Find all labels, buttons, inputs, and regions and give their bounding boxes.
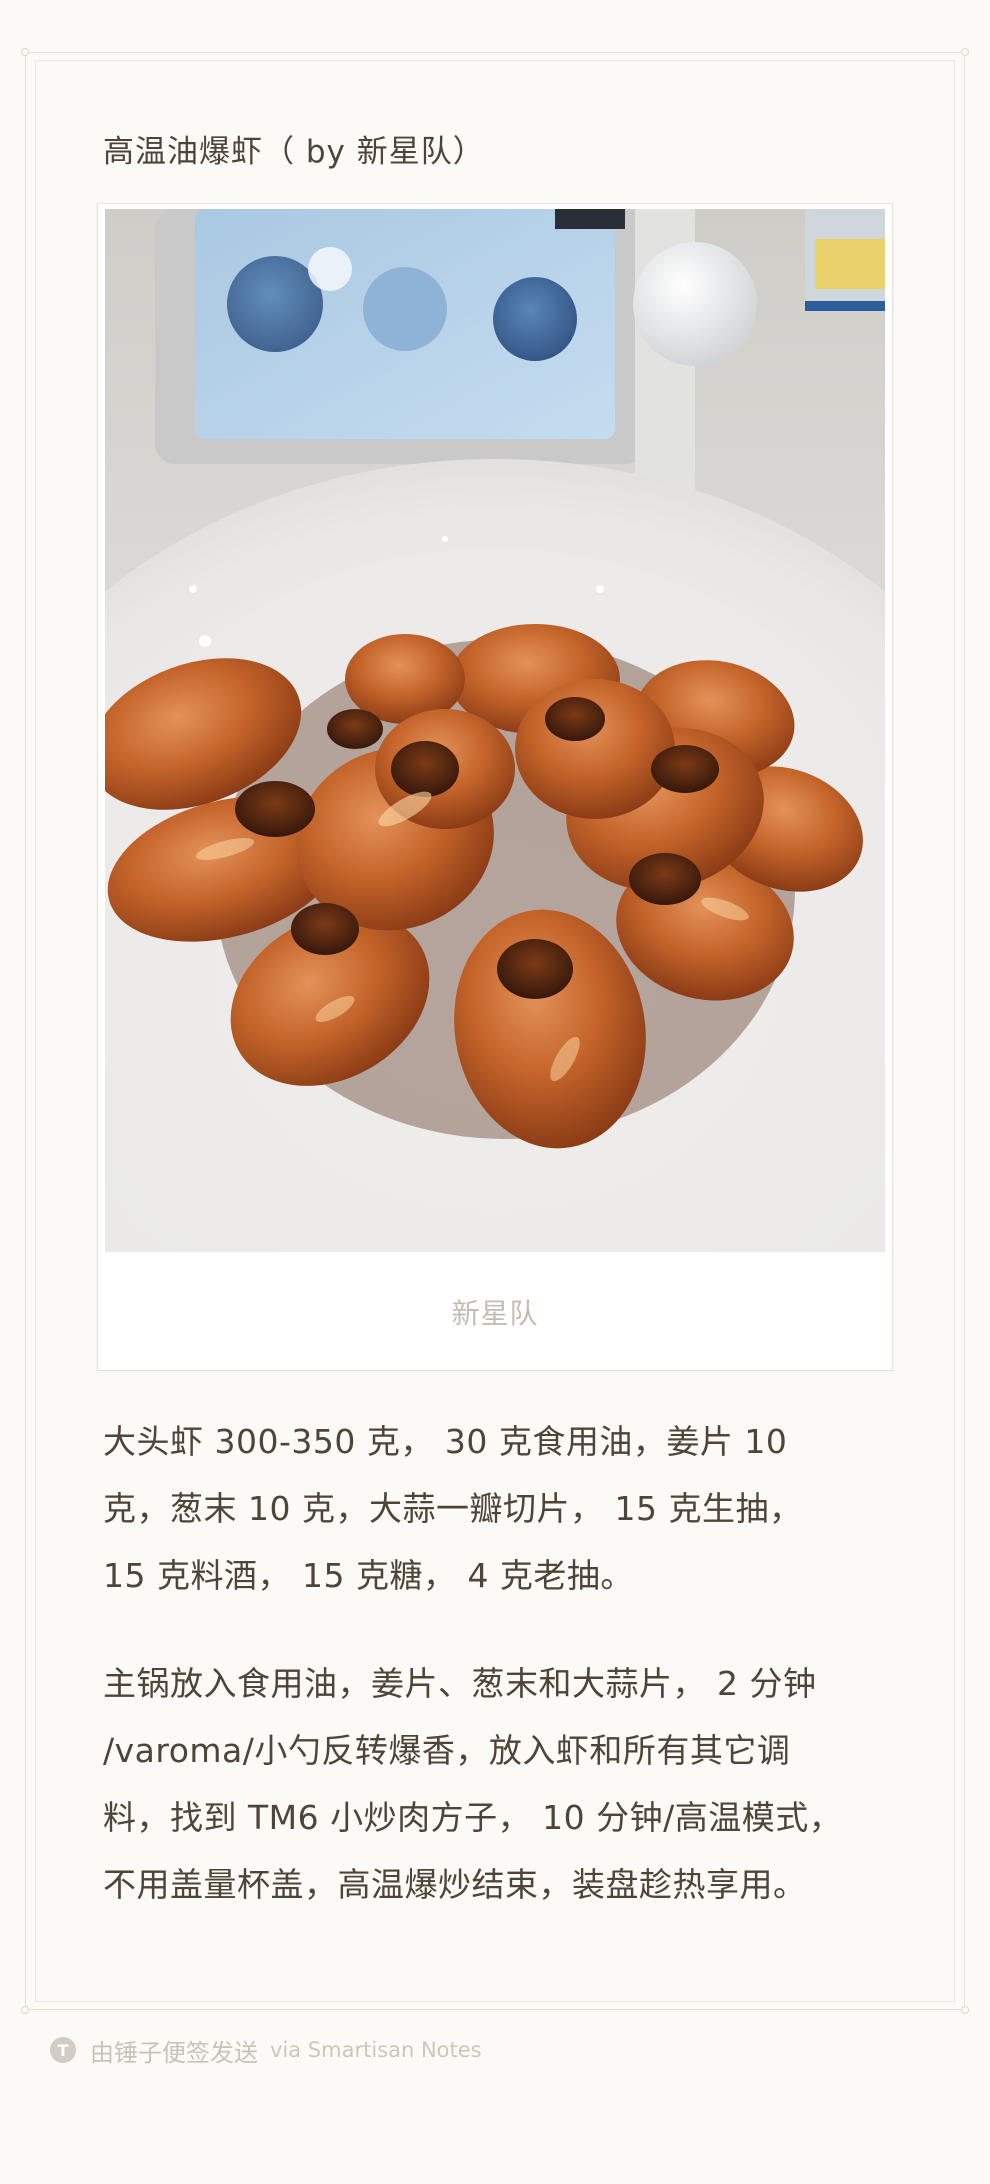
footer-signature: T 由锤子便签发送 via Smartisan Notes — [50, 2033, 482, 2067]
footer-sub-text: via Smartisan Notes — [270, 2038, 482, 2062]
photo-card: 新星队 — [97, 203, 893, 1371]
shrimp-photo[interactable] — [105, 209, 885, 1252]
photo-caption: 新星队 — [451, 1297, 539, 1330]
shrimp-photo-illustration — [105, 209, 885, 1252]
paragraph-line: 大头虾 300-350 克， 30 克食用油，姜片 10 — [103, 1422, 788, 1461]
smartisan-t-icon: T — [50, 2037, 76, 2063]
paragraph-line: /varoma/小勺反转爆香，放入虾和所有其它调 — [103, 1731, 791, 1770]
frame-corner-dot — [21, 2006, 29, 2014]
paragraph-line: 料，找到 TM6 小炒肉方子， 10 分钟/高温模式， — [103, 1798, 843, 1837]
paragraph-line: 不用盖量杯盖，高温爆炒结束，装盘趁热享用。 — [103, 1865, 807, 1904]
footer-main-text: 由锤子便签发送 — [90, 2038, 258, 2067]
frame-corner-dot — [21, 48, 29, 56]
ingredients-paragraph: 大头虾 300-350 克， 30 克食用油，姜片 10 克，葱末 10 克，大… — [103, 1408, 883, 1609]
frame-corner-dot — [961, 48, 969, 56]
note-title: 高温油爆虾（ by 新星队） — [103, 134, 485, 170]
paragraph-line: 克，葱末 10 克，大蒜一瓣切片， 15 克生抽， — [103, 1489, 803, 1528]
frame-corner-dot — [961, 2006, 969, 2014]
paragraph-line: 主锅放入食用油，姜片、葱末和大蒜片， 2 分钟 — [103, 1664, 817, 1703]
steps-paragraph: 主锅放入食用油，姜片、葱末和大蒜片， 2 分钟 /varoma/小勺反转爆香，放… — [103, 1650, 883, 1918]
paragraph-line: 15 克料酒， 15 克糖， 4 克老抽。 — [103, 1556, 634, 1595]
